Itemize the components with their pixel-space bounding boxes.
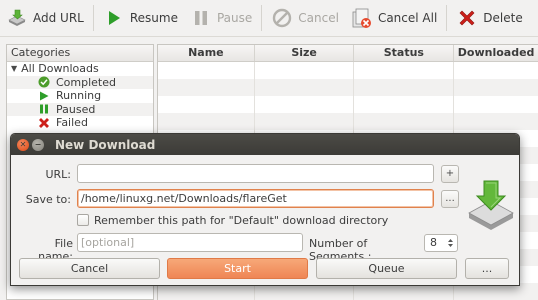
cancel-label: Cancel xyxy=(298,11,339,25)
segments-spinbutton[interactable]: 8 xyxy=(424,234,458,252)
expander-arrow-icon[interactable]: ▼ xyxy=(11,62,17,76)
dialog-cancel-button[interactable]: Cancel xyxy=(19,258,160,279)
url-label: URL: xyxy=(45,168,71,181)
column-header-size[interactable]: Size xyxy=(255,45,355,61)
add-url-icon xyxy=(6,7,28,29)
add-url-button[interactable]: Add URL xyxy=(0,3,90,33)
cancel-all-icon xyxy=(351,7,373,29)
pause-label: Pause xyxy=(216,11,253,25)
delete-button[interactable]: Delete xyxy=(450,3,528,33)
column-header-status[interactable]: Status xyxy=(354,45,455,61)
category-label: Completed xyxy=(56,75,116,89)
category-all-downloads[interactable]: ▼ All Downloads xyxy=(7,62,153,76)
dialog-title: New Download xyxy=(55,137,156,152)
cancel-all-label: Cancel All xyxy=(377,11,438,25)
category-paused[interactable]: Paused xyxy=(7,102,153,116)
category-running[interactable]: Running xyxy=(7,89,153,103)
minimize-window-icon[interactable]: − xyxy=(32,138,44,151)
categories-header: Categories xyxy=(7,45,153,62)
table-row xyxy=(158,113,538,130)
category-label: All Downloads xyxy=(21,62,99,75)
start-button[interactable]: Start xyxy=(167,258,308,279)
spin-arrows-icon[interactable] xyxy=(447,237,454,249)
dialog-titlebar[interactable]: ✕ − New Download xyxy=(11,134,519,155)
paused-icon xyxy=(38,103,50,115)
resume-button[interactable]: Resume xyxy=(97,3,184,33)
category-completed[interactable]: Completed xyxy=(7,75,153,89)
file-name-input[interactable]: [optional] xyxy=(77,233,303,252)
add-url-label: Add URL xyxy=(33,11,84,25)
completed-icon xyxy=(38,76,50,88)
browse-folder-button[interactable]: ... xyxy=(441,190,459,208)
cancel-button[interactable]: Cancel xyxy=(265,3,345,33)
running-icon xyxy=(38,90,50,102)
resume-label: Resume xyxy=(129,11,178,25)
category-label: Running xyxy=(56,89,102,102)
category-label: Paused xyxy=(56,102,96,116)
save-to-input[interactable]: /home/linuxg.net/Downloads/flareGet xyxy=(77,189,434,208)
add-url-plus-button[interactable]: + xyxy=(441,165,459,183)
remember-path-checkbox[interactable] xyxy=(77,214,89,226)
delete-label: Delete xyxy=(483,11,523,25)
table-header: Name Size Status Downloaded xyxy=(158,45,538,62)
cancel-icon xyxy=(271,7,293,29)
failed-icon xyxy=(38,117,50,129)
toolbar-separator xyxy=(446,5,448,31)
toolbar-separator xyxy=(92,5,94,31)
category-failed[interactable]: Failed xyxy=(7,116,153,130)
table-row xyxy=(158,62,538,79)
play-icon xyxy=(103,7,125,29)
segments-value: 8 xyxy=(430,236,437,249)
save-to-label: Save to: xyxy=(25,193,71,206)
close-window-icon[interactable]: ✕ xyxy=(17,138,29,151)
toolbar-separator xyxy=(261,5,263,31)
download-tray-icon xyxy=(468,180,514,230)
url-input[interactable] xyxy=(77,164,434,183)
category-label: Failed xyxy=(56,116,88,129)
new-download-dialog: ✕ − New Download URL: + Save to: /home/l… xyxy=(10,133,520,286)
table-row xyxy=(158,96,538,113)
more-options-button[interactable]: ... xyxy=(465,258,509,279)
queue-button[interactable]: Queue xyxy=(316,258,457,279)
pause-button[interactable]: Pause xyxy=(184,3,258,33)
delete-icon xyxy=(456,7,478,29)
toolbar: Add URL Resume Pause Cancel Cancel All D… xyxy=(0,0,538,37)
table-row xyxy=(158,79,538,96)
column-header-name[interactable]: Name xyxy=(158,45,255,61)
cancel-all-button[interactable]: Cancel All xyxy=(345,3,443,33)
remember-path-label: Remember this path for "Default" downloa… xyxy=(94,214,389,227)
column-header-downloaded[interactable]: Downloaded xyxy=(454,45,538,61)
pause-icon xyxy=(190,7,212,29)
